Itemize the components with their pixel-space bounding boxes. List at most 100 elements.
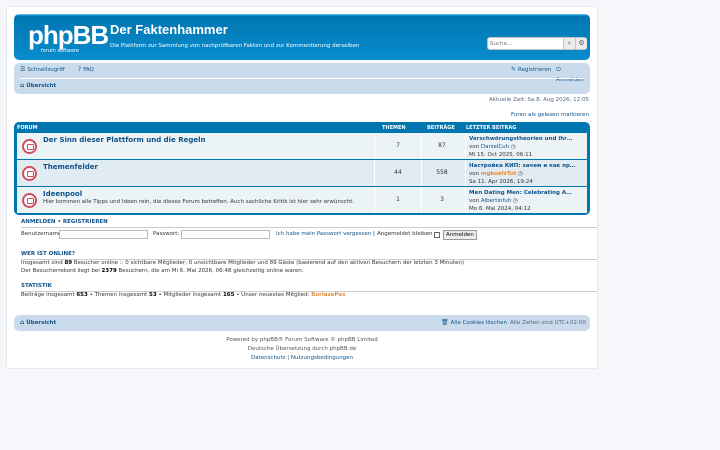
column-divider — [465, 133, 466, 159]
column-divider — [374, 160, 375, 186]
password-label: Passwort: — [153, 231, 180, 237]
col-forum: FORUM — [17, 125, 38, 131]
breadcrumb-home[interactable]: ⌂ Übersicht — [20, 81, 56, 91]
column-divider — [465, 160, 466, 186]
login-title-link[interactable]: ANMELDEN — [21, 219, 56, 225]
breadcrumb-home-label: Übersicht — [26, 83, 57, 89]
column-divider — [374, 133, 375, 159]
search-input[interactable] — [490, 39, 564, 49]
remember-me-label: Angemeldet bleiben — [377, 231, 433, 237]
column-divider — [374, 187, 375, 213]
site-description: Die Plattform zur Sammlung von nachprüfb… — [110, 43, 360, 49]
register-label: Registrieren — [518, 67, 552, 73]
last-post-author-link[interactable]: DanielCuh — [481, 144, 509, 150]
pipe-separator: | — [287, 355, 290, 361]
last-post: Verschwörungstheorien und ihr… von Danie… — [469, 135, 584, 159]
posts-count: 3 — [440, 196, 444, 203]
phpbb-logo[interactable]: phpBB forum software — [28, 20, 109, 56]
online-record-line: Der Besucherrekord liegt bei 2379 Besuch… — [21, 268, 304, 274]
search-box: ⌕ ⚙ — [487, 37, 587, 50]
column-divider — [465, 187, 466, 213]
forum-description: Hier kommen alle Tipps und Ideen rein, d… — [43, 199, 355, 205]
advanced-search-button[interactable]: ⚙ — [575, 38, 587, 49]
question-icon: ? — [78, 66, 82, 73]
by-label: von — [469, 171, 480, 177]
translation-credit: Deutsche Übersetzung durch phpBB.de — [247, 346, 357, 352]
search-button[interactable]: ⌕ — [563, 38, 575, 49]
remember-me-checkbox[interactable] — [434, 232, 440, 238]
last-post-date: Mo 6. Mai 2024, 04:12 — [469, 206, 531, 212]
page-wrapper: phpBB forum software Der Faktenhammer Di… — [6, 6, 598, 369]
newest-member-link[interactable]: BoriazePex — [311, 292, 346, 298]
footer-home-link[interactable]: ⌂ Übersicht — [20, 318, 56, 328]
powered-by: Powered by phpBB® Forum Software © phpBB… — [226, 337, 378, 343]
topics-count: 44 — [394, 169, 402, 176]
register-icon: ✎ — [511, 66, 517, 73]
site-header: phpBB forum software Der Faktenhammer Di… — [14, 14, 590, 60]
last-post-title-link[interactable]: Men Dating Men: Celebrating A… — [469, 189, 584, 197]
navbar: ☰ Schnellzugriff ? FAQ ✎ Registrieren ⏻Anme… — [14, 63, 590, 94]
forum-unread-icon — [22, 193, 37, 208]
register-link[interactable]: ✎ Registrieren — [511, 65, 551, 75]
privacy-link[interactable]: Datenschutz — [251, 355, 286, 361]
register-title-link[interactable]: REGISTRIEREN — [63, 219, 108, 225]
title-separator: • — [57, 219, 61, 225]
stat-label: • Mitglieder insgesamt — [158, 292, 222, 298]
power-icon: ⏻ — [556, 66, 561, 73]
forum-list: FORUM THEMEN BEITRÄGE LETZTER BEITRAG De… — [14, 122, 590, 215]
section-divider — [21, 227, 597, 228]
stat-label: • Themen insgesamt — [89, 292, 148, 298]
footer-navbar: ⌂ Übersicht 🗑 Alle Cookies löschen Alle Ze… — [14, 315, 590, 331]
mark-forums-read-link[interactable]: Foren als gelesen markieren — [511, 112, 589, 118]
view-post-icon[interactable]: ◷ — [513, 198, 518, 204]
login-submit-button[interactable]: Anmelden — [443, 230, 477, 240]
record-count: 2379 — [101, 268, 117, 274]
topics-count: 7 — [396, 142, 400, 149]
last-post-date: Sa 11. Apr 2026, 19:24 — [469, 179, 533, 185]
statistics-title: STATISTIK — [21, 283, 52, 289]
last-post-title-link[interactable]: Verschwörungstheorien und ihr… — [469, 135, 584, 143]
menu-icon: ☰ — [20, 66, 26, 73]
faq-label: FAQ — [83, 67, 94, 73]
forum-title-link[interactable]: Ideenpool — [43, 190, 82, 198]
username-field[interactable] — [59, 230, 148, 239]
forum-list-header: FORUM THEMEN BEITRÄGE LETZTER BEITRAG — [14, 122, 590, 133]
forum-title-link[interactable]: Der Sinn dieser Plattform und die Regeln — [43, 136, 206, 144]
trash-icon: 🗑 — [441, 319, 449, 326]
logo-text: phpBB — [28, 20, 109, 50]
navbar-divider — [20, 78, 584, 79]
forum-title-link[interactable]: Themenfelder — [43, 163, 98, 171]
last-post: Настройка КИП: зачем и как пр… von mgkoe… — [469, 162, 584, 186]
last-post-author-link[interactable]: mgkoelsTut — [481, 171, 517, 177]
login-section-title: ANMELDEN • REGISTRIEREN — [21, 219, 108, 225]
online-text: Insgesamt sind — [21, 260, 63, 266]
posts-count: 558 — [436, 169, 448, 176]
forum-row: Ideenpool Hier kommen alle Tipps und Ide… — [17, 187, 587, 213]
login-link[interactable]: ⏻Anmelden — [556, 65, 590, 83]
posts-count: 87 — [438, 142, 446, 149]
quicklinks-label: Schnellzugriff — [27, 67, 65, 73]
last-post: Men Dating Men: Celebrating A… von Alber… — [469, 189, 584, 213]
online-count: 89 — [64, 260, 73, 266]
view-post-icon[interactable]: ◷ — [511, 144, 516, 150]
col-last-post: LETZTER BEITRAG — [466, 125, 517, 131]
footer-links: Datenschutz | Nutzungsbedingungen — [14, 355, 590, 361]
last-post-author-link[interactable]: Albertinfuh — [481, 198, 512, 204]
gear-icon: ⚙ — [578, 39, 585, 47]
timezone-info: Alle Zeiten sind UTC+02:00 — [510, 320, 586, 326]
password-field[interactable] — [181, 230, 270, 239]
view-post-icon[interactable]: ◷ — [518, 171, 523, 177]
terms-link[interactable]: Nutzungsbedingungen — [291, 355, 353, 361]
faq-link[interactable]: ? FAQ — [78, 65, 94, 75]
forgot-password-link[interactable]: Ich habe mein Passwort vergessen — [276, 231, 371, 237]
who-is-online-title[interactable]: WER IST ONLINE? — [21, 251, 75, 257]
online-users-line: Insgesamt sind 89 Besucher online :: 0 s… — [21, 260, 464, 266]
online-text: Besucher online :: 0 sichtbare Mitgliede… — [73, 260, 464, 266]
site-title: Der Faktenhammer — [110, 22, 228, 37]
quicklinks-menu[interactable]: ☰ Schnellzugriff — [20, 65, 65, 75]
delete-cookies-link[interactable]: 🗑 Alle Cookies löschen — [441, 318, 507, 328]
forum-unread-icon — [22, 139, 37, 154]
last-post-title-link[interactable]: Настройка КИП: зачем и как пр… — [469, 162, 584, 170]
total-posts: 653 — [76, 292, 88, 298]
total-members: 165 — [222, 292, 235, 298]
